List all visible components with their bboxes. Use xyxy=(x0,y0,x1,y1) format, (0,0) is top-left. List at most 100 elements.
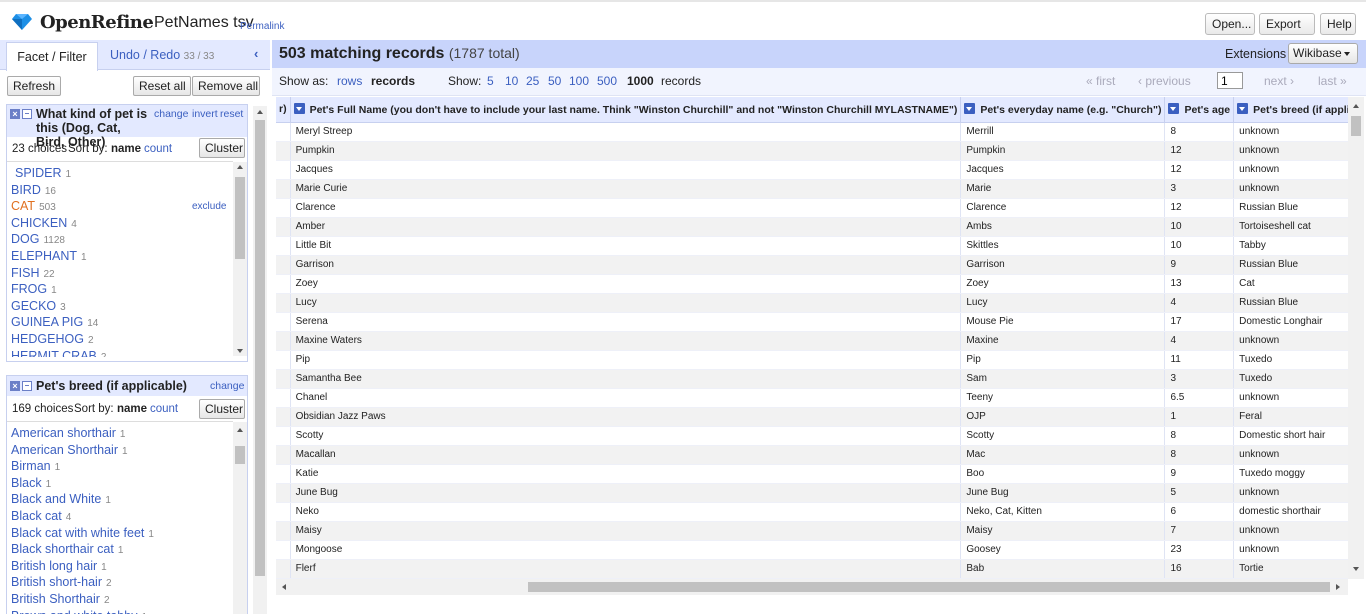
table-cell[interactable]: Neko xyxy=(290,502,962,522)
remove-facet-icon[interactable]: × xyxy=(10,381,20,391)
table-cell[interactable]: Katie xyxy=(290,464,962,484)
table-cell[interactable]: 12 xyxy=(1164,198,1235,218)
collapse-left-panel-icon[interactable]: ‹ xyxy=(254,46,258,61)
table-cell[interactable]: 9 xyxy=(1164,464,1235,484)
table-cell[interactable]: 10 xyxy=(1164,236,1235,256)
scroll-down-icon[interactable] xyxy=(1353,567,1359,571)
table-cell[interactable]: Tuxedo moggy xyxy=(1233,464,1348,484)
table-cell[interactable]: unknown xyxy=(1233,141,1348,161)
sort-by-count[interactable]: count xyxy=(144,143,172,155)
next-page-link[interactable]: next › xyxy=(1264,74,1294,88)
facet-exclude-link[interactable]: exclude xyxy=(192,201,226,212)
table-cell[interactable]: 10 xyxy=(1164,217,1235,237)
grid-vertical-scroll-thumb[interactable] xyxy=(1351,116,1361,136)
scroll-up-icon[interactable] xyxy=(257,110,263,114)
table-cell[interactable]: Cat xyxy=(1233,274,1348,294)
facet-choice[interactable]: Black shorthair cat 1 xyxy=(11,542,123,556)
table-cell[interactable]: Zoey xyxy=(960,274,1166,294)
table-cell[interactable]: Sam xyxy=(960,369,1166,389)
grid-vertical-scrollbar[interactable] xyxy=(1348,97,1364,579)
table-cell[interactable]: Clarence xyxy=(960,198,1166,218)
page-size-10[interactable]: 10 xyxy=(505,74,518,88)
facet-choice[interactable]: Black and White 1 xyxy=(11,492,111,506)
column-header-everyday-name[interactable]: Pet's everyday name (e.g. "Church") xyxy=(960,97,1166,123)
facet-choice[interactable]: Black 1 xyxy=(11,476,51,490)
facet-choice[interactable]: British long hair 1 xyxy=(11,559,107,573)
table-cell[interactable]: Lucy xyxy=(290,293,962,313)
table-cell[interactable]: Teeny xyxy=(960,388,1166,408)
page-number-input[interactable] xyxy=(1217,72,1243,89)
facet-choice[interactable]: CAT 503 xyxy=(11,199,56,213)
table-cell[interactable]: Marie Curie xyxy=(290,179,962,199)
table-cell[interactable]: 4 xyxy=(1164,331,1235,351)
scroll-up-icon[interactable] xyxy=(237,428,243,432)
table-cell[interactable]: Pip xyxy=(290,350,962,370)
refresh-button[interactable]: Refresh xyxy=(7,76,61,96)
table-cell[interactable]: Maxine xyxy=(960,331,1166,351)
table-cell[interactable]: 8 xyxy=(1164,445,1235,465)
table-cell[interactable]: Chanel xyxy=(290,388,962,408)
table-cell[interactable]: Amber xyxy=(290,217,962,237)
help-button[interactable]: Help xyxy=(1320,13,1356,35)
table-cell[interactable]: Macallan xyxy=(290,445,962,465)
facet-choice[interactable]: American Shorthair 1 xyxy=(11,443,128,457)
table-cell[interactable]: Marie xyxy=(960,179,1166,199)
page-size-500[interactable]: 500 xyxy=(597,74,617,88)
table-cell[interactable]: Bab xyxy=(960,559,1166,579)
tab-facet-filter[interactable]: Facet / Filter xyxy=(6,42,98,71)
scroll-up-icon[interactable] xyxy=(237,165,243,169)
scroll-right-icon[interactable] xyxy=(1336,584,1340,590)
table-cell[interactable]: 6 xyxy=(1164,502,1235,522)
table-cell[interactable]: 11 xyxy=(1164,350,1235,370)
table-cell[interactable]: 12 xyxy=(1164,141,1235,161)
table-cell[interactable]: 16 xyxy=(1164,559,1235,579)
facet-choice[interactable]: British Shorthair 2 xyxy=(11,592,110,606)
facet-change-link[interactable]: change xyxy=(154,108,188,120)
table-cell[interactable]: Garrison xyxy=(960,255,1166,275)
column-header-age[interactable]: Pet's age xyxy=(1164,97,1235,123)
table-cell[interactable]: Jacques xyxy=(960,160,1166,180)
column-header-full-name[interactable]: Pet's Full Name (you don't have to inclu… xyxy=(290,97,962,123)
minimize-facet-icon[interactable] xyxy=(22,109,32,119)
facet-choice[interactable]: ELEPHANT 1 xyxy=(11,249,87,263)
show-as-rows-link[interactable]: rows xyxy=(337,74,362,88)
table-cell[interactable]: unknown xyxy=(1233,521,1348,541)
table-cell[interactable]: 3 xyxy=(1164,179,1235,199)
scroll-left-icon[interactable] xyxy=(282,584,286,590)
table-cell[interactable]: Lucy xyxy=(960,293,1166,313)
table-cell[interactable]: Scotty xyxy=(290,426,962,446)
table-cell[interactable]: Goosey xyxy=(960,540,1166,560)
table-cell[interactable]: 4 xyxy=(1164,293,1235,313)
table-cell[interactable]: unknown xyxy=(1233,179,1348,199)
export-button[interactable]: Export xyxy=(1259,13,1315,47)
previous-page-link[interactable]: ‹ previous xyxy=(1138,74,1191,88)
facet-invert-link[interactable]: invert xyxy=(192,108,218,120)
page-size-5[interactable]: 5 xyxy=(487,74,494,88)
facet-change-link[interactable]: change xyxy=(210,380,244,392)
facet-choice[interactable]: Black cat 4 xyxy=(11,509,71,523)
table-cell[interactable]: Mac xyxy=(960,445,1166,465)
table-cell[interactable]: Domestic Longhair xyxy=(1233,312,1348,332)
table-cell[interactable]: Neko, Cat, Kitten xyxy=(960,502,1166,522)
table-cell[interactable]: 7 xyxy=(1164,521,1235,541)
page-size-25[interactable]: 25 xyxy=(526,74,539,88)
table-cell[interactable]: 8 xyxy=(1164,426,1235,446)
table-cell[interactable]: 3 xyxy=(1164,369,1235,389)
last-page-link[interactable]: last » xyxy=(1318,74,1347,88)
facet-choice[interactable]: HERMIT CRAB 2 xyxy=(11,349,106,357)
table-cell[interactable]: Jacques xyxy=(290,160,962,180)
facet-choice[interactable]: HEDGEHOG 2 xyxy=(11,332,94,346)
table-cell[interactable]: June Bug xyxy=(960,483,1166,503)
table-cell[interactable]: 17 xyxy=(1164,312,1235,332)
table-cell[interactable]: 13 xyxy=(1164,274,1235,294)
table-cell[interactable]: 8 xyxy=(1164,122,1235,142)
table-cell[interactable]: Scotty xyxy=(960,426,1166,446)
sort-by-name[interactable]: name xyxy=(111,143,141,155)
table-cell[interactable]: Mouse Pie xyxy=(960,312,1166,332)
facet-choice[interactable]: FROG 1 xyxy=(11,282,57,296)
project-name[interactable]: PetNames tsv xyxy=(154,14,254,32)
table-cell[interactable]: Maxine Waters xyxy=(290,331,962,351)
page-size-1000[interactable]: 1000 xyxy=(627,74,654,88)
grid-horizontal-scroll-thumb[interactable] xyxy=(528,582,1330,592)
facet-choice[interactable]: Birman 1 xyxy=(11,459,60,473)
